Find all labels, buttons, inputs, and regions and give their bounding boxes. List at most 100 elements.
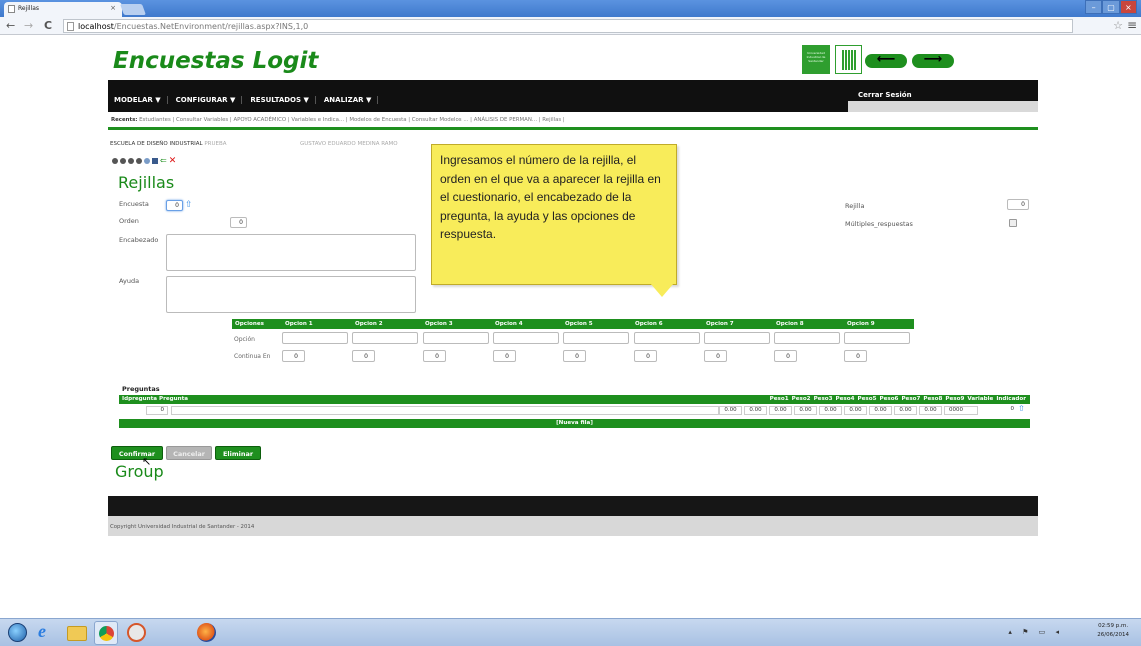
encuesta-input[interactable]: 0 xyxy=(166,200,183,211)
multiples-checkbox[interactable] xyxy=(1009,219,1017,227)
browser-tab[interactable]: Rejillas × xyxy=(4,2,122,17)
continua-input-2[interactable]: 0 xyxy=(352,350,375,362)
opcion-input-6[interactable] xyxy=(634,332,700,344)
page-icon xyxy=(8,5,15,13)
office-icon[interactable] xyxy=(127,623,146,642)
peso-cell[interactable]: 0.00 xyxy=(769,406,792,415)
opcion-row-label: Opción xyxy=(234,336,255,343)
lookup-arrow-icon[interactable]: ⇧ xyxy=(1018,404,1025,413)
system-tray-icons[interactable]: ▴ ⚑ ▭ ◂ xyxy=(1008,628,1063,636)
delete-icon[interactable]: ✕ xyxy=(169,157,177,166)
internet-explorer-icon[interactable]: e xyxy=(38,622,57,642)
peso-cell[interactable]: 0.00 xyxy=(844,406,867,415)
continua-input-1[interactable]: 0 xyxy=(282,350,305,362)
pregunta-cell[interactable] xyxy=(171,406,719,415)
clock[interactable]: 02:59 p.m. 26/06/2014 xyxy=(1097,622,1129,640)
recents-bar: Recents: Estudiantes | Consultar Variabl… xyxy=(108,112,1038,130)
back-icon[interactable]: ⇐ xyxy=(160,157,167,165)
menu-analizar[interactable]: ANALIZAR ▼ xyxy=(324,96,379,104)
preguntas-col-header: Peso7 xyxy=(901,396,921,402)
peso-cell[interactable]: 0.00 xyxy=(719,406,742,415)
forward-arrow-icon[interactable]: → xyxy=(24,19,33,32)
menu-resultados[interactable]: RESULTADOS ▼ xyxy=(250,96,316,104)
encabezado-textarea[interactable] xyxy=(166,234,416,271)
peso-cell[interactable]: 0.00 xyxy=(744,406,767,415)
indicador-cell[interactable]: 0 xyxy=(994,406,1016,415)
continua-input-6[interactable]: 0 xyxy=(634,350,657,362)
peso-cell[interactable]: 0.00 xyxy=(894,406,917,415)
continua-input-4[interactable]: 0 xyxy=(493,350,516,362)
continua-input-8[interactable]: 0 xyxy=(774,350,797,362)
folder-icon[interactable] xyxy=(67,626,87,641)
opcion-input-5[interactable] xyxy=(563,332,629,344)
opcion-input-7[interactable] xyxy=(704,332,770,344)
delete-button[interactable]: Eliminar xyxy=(215,446,261,460)
bookmark-star-icon[interactable]: ☆ xyxy=(1113,19,1123,32)
opcion-input-1[interactable] xyxy=(282,332,348,344)
prev-record-icon[interactable] xyxy=(120,158,126,164)
last-record-icon[interactable] xyxy=(136,158,142,164)
preguntas-col-header: Peso1 xyxy=(769,396,789,402)
preguntas-header-right: Peso1 Peso2 Peso3 Peso4 Peso5 Peso6 Peso7 Peso8… xyxy=(770,396,1026,402)
option-col-3: Opcion 3 xyxy=(425,321,453,327)
continua-input-5[interactable]: 0 xyxy=(563,350,586,362)
maximize-button[interactable]: ▢ xyxy=(1102,0,1120,14)
rejilla-label: Rejilla xyxy=(845,202,865,210)
menu-configurar[interactable]: CONFIGURAR ▼ xyxy=(176,96,243,104)
callout-arrow xyxy=(650,283,674,297)
new-tab-button[interactable] xyxy=(119,4,147,15)
reload-icon[interactable]: C xyxy=(44,19,52,32)
save-icon[interactable] xyxy=(152,158,158,164)
continua-input-7[interactable]: 0 xyxy=(704,350,727,362)
firefox-icon[interactable] xyxy=(197,623,216,642)
continua-input-3[interactable]: 0 xyxy=(423,350,446,362)
school-label: ESCUELA DE DISEÑO INDUSTRIAL PRUEBA xyxy=(110,141,227,147)
opcion-input-9[interactable] xyxy=(844,332,910,344)
rejilla-input[interactable]: 0 xyxy=(1007,199,1029,210)
peso-cell[interactable]: 0.00 xyxy=(819,406,842,415)
taskbar: e ▴ ⚑ ▭ ◂ 02:59 p.m. 26/06/2014 xyxy=(0,618,1141,646)
browser-menu-icon[interactable]: ≡ xyxy=(1127,18,1137,32)
recents-label: Recents: xyxy=(111,117,138,123)
address-bar[interactable]: localhost/Encuestas.NetEnvironment/rejil… xyxy=(63,19,1073,33)
start-button-icon[interactable] xyxy=(8,623,27,642)
option-col-1: Opcion 1 xyxy=(285,321,313,327)
option-col-4: Opcion 4 xyxy=(495,321,523,327)
preguntas-col-header: Peso2 xyxy=(791,396,811,402)
university-badge: Universidad Industrial de Santander xyxy=(802,45,830,74)
recents-links[interactable]: Estudiantes | Consultar Variables | APOY… xyxy=(139,117,565,123)
continua-input-9[interactable]: 0 xyxy=(844,350,867,362)
logout-link[interactable]: Cerrar Sesión xyxy=(858,91,912,99)
next-record-icon[interactable] xyxy=(128,158,134,164)
option-col-7: Opcion 7 xyxy=(706,321,734,327)
first-record-icon[interactable] xyxy=(112,158,118,164)
confirm-button[interactable]: Confirmar xyxy=(111,446,163,460)
forward-arrow-button[interactable]: ⟶ xyxy=(912,53,954,68)
multiples-label: Múltiples_respuestas xyxy=(845,220,913,228)
opcion-input-4[interactable] xyxy=(493,332,559,344)
close-window-button[interactable]: × xyxy=(1119,0,1137,14)
opcion-input-3[interactable] xyxy=(423,332,489,344)
lookup-arrow-icon[interactable]: ⇧ xyxy=(185,200,193,210)
variable-cell[interactable]: 0000 xyxy=(944,406,978,415)
search-icon[interactable] xyxy=(144,158,150,164)
window-controls: – ▢ × xyxy=(1085,0,1137,14)
peso-cell[interactable]: 0.00 xyxy=(869,406,892,415)
opcion-input-2[interactable] xyxy=(352,332,418,344)
opcion-input-8[interactable] xyxy=(774,332,840,344)
idpregunta-cell[interactable]: 0 xyxy=(146,406,168,415)
peso-cell[interactable]: 0.00 xyxy=(794,406,817,415)
peso-cell[interactable]: 0.00 xyxy=(919,406,942,415)
menu-modelar[interactable]: MODELAR ▼ xyxy=(114,96,168,104)
orden-input[interactable]: 0 xyxy=(230,217,247,228)
minimize-button[interactable]: – xyxy=(1085,0,1103,14)
tab-close-icon[interactable]: × xyxy=(110,4,116,12)
clock-time: 02:59 p.m. xyxy=(1098,623,1129,629)
browser-toolbar: ← → C localhost/Encuestas.NetEnvironment… xyxy=(0,17,1141,35)
back-arrow-icon[interactable]: ← xyxy=(6,19,15,32)
chrome-icon[interactable] xyxy=(94,621,118,645)
back-arrow-button[interactable]: ⟵ xyxy=(865,53,907,68)
cancel-button[interactable]: Cancelar xyxy=(166,446,212,460)
new-row-button[interactable]: [Nueva fila] xyxy=(119,419,1030,428)
ayuda-textarea[interactable] xyxy=(166,276,416,313)
